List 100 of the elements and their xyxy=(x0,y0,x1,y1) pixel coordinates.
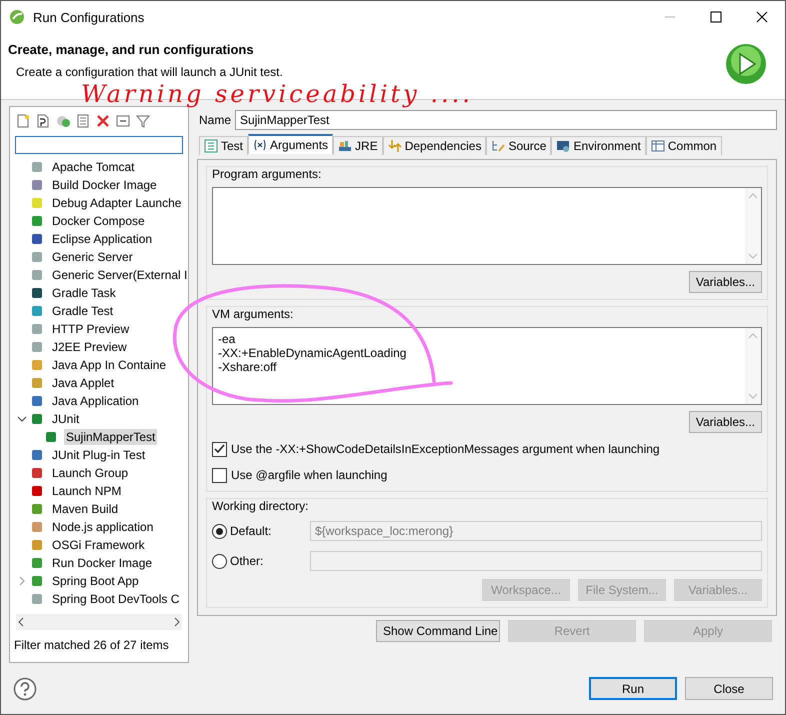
scroll-down-icon xyxy=(748,252,758,260)
tree-item[interactable]: Java Applet xyxy=(50,375,116,392)
text-area[interactable]: -ea -XX:+EnableDynamicAgentLoading -Xshare:off xyxy=(212,327,762,406)
tree-item[interactable]: J2EE Preview xyxy=(50,339,129,356)
launch-type-icon xyxy=(30,286,44,300)
launch-type-icon xyxy=(30,214,44,228)
tree-item[interactable]: Gradle Test xyxy=(50,303,116,320)
launch-type-icon xyxy=(30,304,44,318)
tab[interactable]: Common xyxy=(646,136,722,156)
argument-text: -ea -XX:+EnableDynamicAgentLoading -Xshare:off xyxy=(217,331,408,376)
launch-type-icon xyxy=(30,178,44,192)
tab[interactable]: Source xyxy=(486,136,552,156)
group-label: Program arguments: xyxy=(212,167,322,182)
launch-type-icon xyxy=(30,322,44,336)
radio-label: Other: xyxy=(230,554,264,568)
text-area[interactable] xyxy=(212,187,762,266)
filter-field[interactable] xyxy=(15,136,183,154)
group-label: VM arguments: xyxy=(212,307,294,322)
window-title: Run Configurations xyxy=(33,10,146,24)
tree-item[interactable]: Generic Server xyxy=(50,249,135,266)
checkbox[interactable] xyxy=(212,442,227,457)
launch-type-icon xyxy=(30,196,44,210)
collapse-icon xyxy=(116,114,130,128)
tab[interactable]: Test xyxy=(199,136,248,156)
tree-item[interactable]: Gradle Task xyxy=(50,285,118,302)
launch-type-icon xyxy=(30,484,44,498)
new-file-icon xyxy=(16,114,30,128)
tree-item[interactable]: Launch NPM xyxy=(50,483,124,500)
launch-type-icon xyxy=(30,592,44,606)
tree-item[interactable]: Docker Compose xyxy=(50,213,147,230)
launch-type-icon xyxy=(30,538,44,552)
checkbox-label: Use the -XX:+ShowCodeDetailsInExceptionMessages argument when launching xyxy=(231,442,660,456)
tab[interactable]: Environment xyxy=(551,136,646,156)
launch-type-icon xyxy=(30,376,44,390)
run-icon xyxy=(725,43,767,85)
tree-item[interactable]: SujinMapperTest xyxy=(64,429,158,446)
tree-item[interactable]: Apache Tomcat xyxy=(50,159,136,176)
tree-item[interactable]: Java App In Containe xyxy=(50,357,168,374)
launch-type-icon xyxy=(30,466,44,480)
launch-type-icon xyxy=(30,340,44,354)
radio-button[interactable] xyxy=(212,554,227,569)
filter-status: Filter matched 26 of 27 items xyxy=(13,637,170,654)
help-icon xyxy=(13,676,37,701)
tree-item[interactable]: Generic Server(External I xyxy=(50,267,188,284)
tab[interactable]: Arguments xyxy=(248,134,334,154)
tree-item[interactable]: JUnit xyxy=(50,411,82,428)
tree-item[interactable]: JUnit Plug-in Test xyxy=(50,447,148,464)
filter-icon xyxy=(136,114,150,128)
tree-item[interactable]: HTTP Preview xyxy=(50,321,132,338)
tree-item[interactable]: Node.js application xyxy=(50,519,156,536)
tree-item[interactable]: Launch Group xyxy=(50,465,130,482)
launch-type-icon xyxy=(30,160,44,174)
table-icon xyxy=(650,139,665,154)
dialog-heading: Create, manage, and run configurations xyxy=(8,42,255,57)
check-icon xyxy=(214,444,225,455)
group-label: Working directory: xyxy=(212,499,310,514)
monitor-icon xyxy=(556,139,570,154)
launch-type-icon xyxy=(30,394,44,408)
launch-type-icon xyxy=(30,358,44,372)
dialog-button[interactable]: Run xyxy=(589,677,677,700)
vertical-scrollbar[interactable] xyxy=(745,328,761,404)
radio-button[interactable] xyxy=(212,524,227,539)
horizontal-scrollbar[interactable] xyxy=(16,614,182,630)
tree-item[interactable]: Run Docker Image xyxy=(50,555,154,572)
launch-type-icon xyxy=(30,574,44,588)
maximize-icon xyxy=(710,11,722,23)
tree-pencil-icon xyxy=(491,139,506,154)
launch-type-icon xyxy=(30,556,44,570)
name-field[interactable]: SujinMapperTest xyxy=(235,110,777,130)
tree-item[interactable]: Spring Boot App xyxy=(50,573,141,590)
tree-item[interactable]: Maven Build xyxy=(50,501,120,518)
tree-item[interactable]: Java Application xyxy=(50,393,141,410)
books-icon xyxy=(338,139,352,154)
scroll-left-icon xyxy=(16,617,26,628)
variables-button[interactable]: Variables... xyxy=(688,411,762,434)
tree-item[interactable]: Build Docker Image xyxy=(50,177,159,194)
dialog-button[interactable]: Close xyxy=(685,677,773,700)
scroll-up-icon xyxy=(748,192,758,200)
dialog-description: Create a configuration that will launch a JUnit test. xyxy=(15,65,283,79)
test-icon xyxy=(204,139,218,154)
arrows-icon xyxy=(388,139,402,154)
launch-type-icon xyxy=(30,232,44,246)
launch-type-icon xyxy=(30,250,44,264)
launch-type-icon xyxy=(44,430,58,444)
tree-item[interactable]: Debug Adapter Launche xyxy=(50,195,184,212)
vertical-scrollbar[interactable] xyxy=(745,188,761,264)
launch-type-icon xyxy=(30,448,44,462)
variable-icon xyxy=(253,138,268,152)
tree-item[interactable]: OSGi Framework xyxy=(50,537,147,554)
variables-button[interactable]: Variables... xyxy=(688,271,762,294)
dialog-button[interactable]: Show Command Line xyxy=(376,620,500,642)
launch-type-icon xyxy=(30,268,44,282)
tree-item[interactable]: Spring Boot DevTools C xyxy=(50,591,182,608)
delete-icon xyxy=(96,114,110,128)
tab[interactable]: Dependencies xyxy=(382,136,486,156)
tab[interactable]: JRE xyxy=(333,136,383,156)
scroll-right-icon xyxy=(172,617,182,628)
checkbox[interactable] xyxy=(212,468,227,483)
tree-item[interactable]: Eclipse Application xyxy=(50,231,154,248)
scroll-down-icon xyxy=(748,392,758,400)
